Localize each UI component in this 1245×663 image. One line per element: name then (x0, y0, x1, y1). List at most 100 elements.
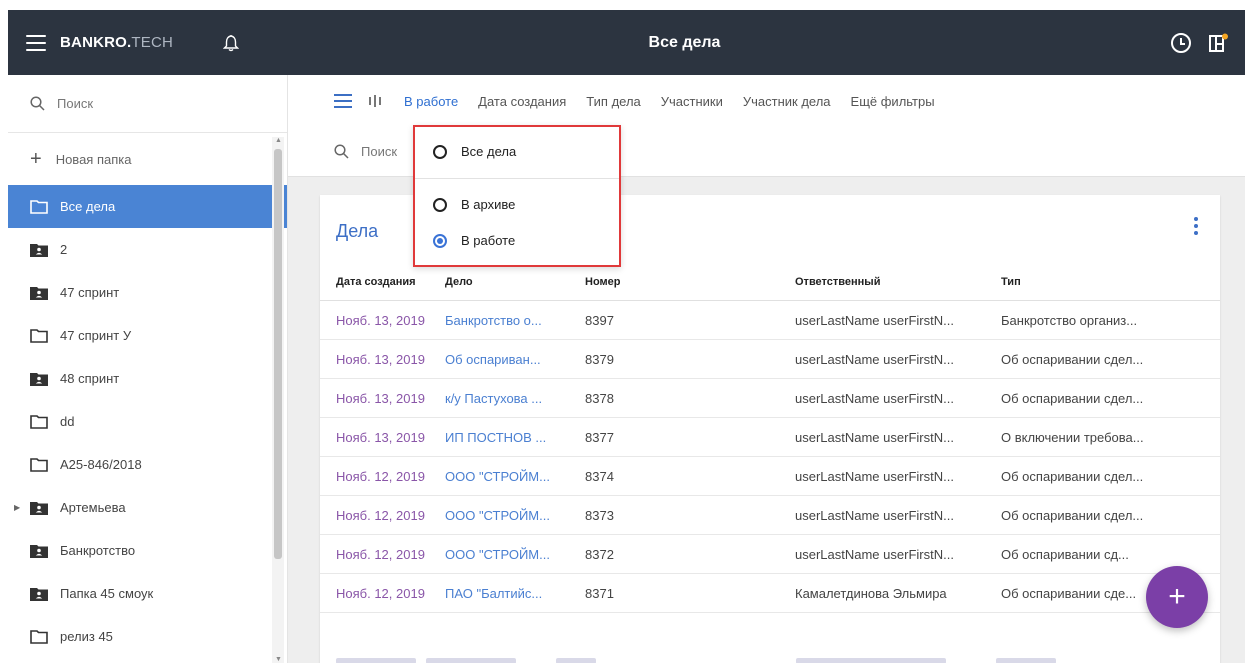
partial-table-row (320, 652, 1220, 663)
column-header[interactable]: Дата создания (320, 276, 445, 288)
table-cell: userLastName userFirstN... (795, 312, 954, 328)
table-cell: Нояб. 12, 2019 (336, 546, 425, 562)
sidebar-folder-item[interactable]: 47 спринт У (8, 314, 287, 357)
columns-icon[interactable] (368, 94, 382, 108)
folder-label: Все дела (60, 199, 116, 214)
table-cell: 8372 (585, 546, 614, 562)
sidebar: Поиск + Новая папка Все дела 2 47 спринт 47… (8, 75, 288, 663)
table-cell: Об оспаривании сд... (1001, 546, 1129, 562)
sidebar-folder-item[interactable]: 48 спринт (8, 357, 287, 400)
column-header[interactable]: Тип (1001, 276, 1201, 288)
table-cell: userLastName userFirstN... (795, 507, 954, 523)
table-cell[interactable]: ООО "СТРОЙМ... (445, 547, 585, 562)
sidebar-folder-item[interactable]: 2 (8, 228, 287, 271)
table-row[interactable]: Нояб. 12, 2019 ООО "СТРОЙМ... 8372 userLast… (320, 535, 1220, 574)
search-icon (30, 96, 45, 111)
table-row[interactable]: Нояб. 13, 2019 Об оспариван... 8379 userLas… (320, 340, 1220, 379)
layout-icon[interactable] (1209, 33, 1229, 53)
table-cell: Нояб. 13, 2019 (336, 390, 425, 406)
folder-label: релиз 45 (60, 629, 113, 644)
clock-icon[interactable] (1171, 32, 1191, 53)
table-cell[interactable]: Об оспариван... (445, 352, 585, 367)
shared-folder-icon (30, 501, 48, 515)
table-row[interactable]: Нояб. 13, 2019 к/у Пастухова ... 8378 userL… (320, 379, 1220, 418)
folder-list: Все дела 2 47 спринт 47 спринт У 48 спринт dd… (8, 185, 287, 658)
table-cell: 8374 (585, 468, 614, 484)
folder-label: Артемьева (60, 500, 126, 515)
table-row[interactable]: Нояб. 13, 2019 ИП ПОСТНОВ ... 8377 userLast… (320, 418, 1220, 457)
table-cell[interactable]: ПАО "Балтийс... (445, 586, 585, 601)
add-case-button[interactable]: + (1146, 566, 1208, 628)
table-cell[interactable]: ООО "СТРОЙМ... (445, 469, 585, 484)
table-row[interactable]: Нояб. 12, 2019 ПАО "Балтийс... 8371 Камалет… (320, 574, 1220, 613)
folder-label: 2 (60, 242, 68, 257)
filter-tab[interactable]: Ещё фильтры (851, 94, 935, 109)
table-cell[interactable]: к/у Пастухова ... (445, 391, 585, 406)
column-header[interactable]: Ответственный (795, 276, 1001, 288)
sidebar-search[interactable]: Поиск (8, 75, 287, 133)
table-cell[interactable]: ИП ПОСТНОВ ... (445, 430, 585, 445)
status-option-in-progress[interactable]: В работе (433, 233, 515, 248)
brand-logo[interactable]: BANKRO.TECH (60, 34, 173, 51)
column-header[interactable]: Дело (445, 276, 585, 288)
sidebar-folder-item[interactable]: А25-846/2018 (8, 443, 287, 486)
status-option-archive[interactable]: В архиве (433, 197, 515, 212)
table-cell: Об оспаривании сдел... (1001, 507, 1144, 523)
table-cell: 8378 (585, 390, 614, 406)
brand-thin-text: TECH (131, 34, 174, 51)
sidebar-folder-item[interactable]: ▶ Артемьева (8, 486, 287, 529)
sidebar-folder-item[interactable]: Банкротство (8, 529, 287, 572)
expand-arrow-icon[interactable]: ▶ (14, 503, 20, 512)
filter-tab[interactable]: В работе (404, 94, 458, 109)
status-option-label: В архиве (461, 197, 516, 212)
new-folder-label: Новая папка (55, 151, 132, 167)
table-cell: userLastName userFirstN... (795, 468, 954, 484)
sidebar-scrollbar-thumb[interactable] (274, 149, 282, 559)
shared-folder-icon (30, 544, 48, 558)
cases-search-placeholder: Поиск (361, 144, 398, 159)
shared-folder-icon (30, 286, 48, 300)
sidebar-folder-item[interactable]: dd (8, 400, 287, 443)
scroll-down-arrow-icon[interactable]: ▼ (275, 656, 282, 663)
more-options-icon[interactable] (1194, 217, 1198, 235)
sidebar-folder-item[interactable]: Все дела (8, 185, 287, 228)
bell-icon[interactable] (222, 34, 240, 52)
table-cell: Об оспаривании сдел... (1001, 351, 1144, 367)
shared-folder-icon (30, 243, 48, 257)
new-folder-button[interactable]: + Новая папка (8, 133, 287, 185)
table-row[interactable]: Нояб. 12, 2019 ООО "СТРОЙМ... 8373 userLast… (320, 496, 1220, 535)
status-filter-dropdown: Все дела В архиве В работе (413, 125, 621, 267)
sidebar-search-placeholder: Поиск (57, 96, 94, 111)
top-bar: BANKRO.TECH Все дела (8, 10, 1245, 75)
scroll-up-arrow-icon[interactable]: ▲ (275, 137, 282, 144)
filter-tab[interactable]: Участник дела (743, 94, 831, 109)
table-cell[interactable]: ООО "СТРОЙМ... (445, 508, 585, 523)
sidebar-folder-item[interactable]: 47 спринт (8, 271, 287, 314)
cases-table: Дата создания Дело Номер Ответственный Тип Н… (320, 263, 1220, 613)
table-cell: 8371 (585, 585, 614, 601)
folder-label: 47 спринт У (60, 328, 132, 343)
filter-tab[interactable]: Дата создания (478, 94, 566, 109)
table-cell: userLastName userFirstN... (795, 429, 954, 445)
folder-label: 47 спринт (60, 285, 120, 300)
table-row[interactable]: Нояб. 12, 2019 ООО "СТРОЙМ... 8374 userLast… (320, 457, 1220, 496)
list-view-icon[interactable] (334, 94, 352, 108)
plus-icon: + (30, 148, 42, 170)
sidebar-folder-item[interactable]: релиз 45 (8, 615, 287, 658)
table-cell: Об оспаривании сдел... (1001, 390, 1144, 406)
status-option-all[interactable]: Все дела (433, 144, 516, 159)
folder-outline-icon (30, 414, 48, 429)
column-header[interactable]: Номер (585, 276, 795, 288)
sidebar-folder-item[interactable]: Папка 45 смоук (8, 572, 287, 615)
status-option-label: В работе (461, 233, 516, 248)
table-cell: Нояб. 13, 2019 (336, 312, 425, 328)
table-row[interactable]: Нояб. 13, 2019 Банкротство о... 8397 userLa… (320, 301, 1220, 340)
filter-tab[interactable]: Тип дела (586, 94, 640, 109)
menu-icon[interactable] (26, 34, 46, 51)
table-cell[interactable]: Банкротство о... (445, 313, 585, 328)
header-actions (1171, 32, 1245, 53)
table-cell: userLastName userFirstN... (795, 351, 954, 367)
card-title: Дела (336, 221, 379, 241)
sidebar-scrollbar[interactable]: ▲ ▼ (272, 137, 284, 663)
filter-tab[interactable]: Участники (661, 94, 723, 109)
